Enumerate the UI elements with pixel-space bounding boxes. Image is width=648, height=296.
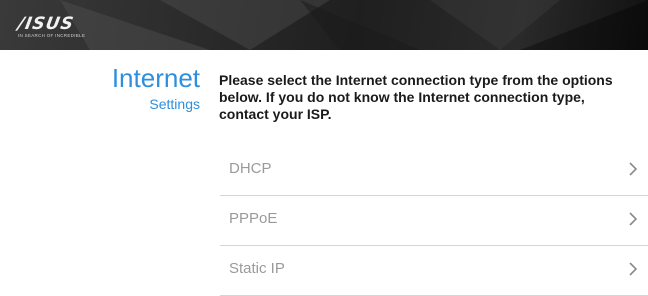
option-label: PPPoE	[229, 210, 278, 227]
section-heading: Internet Settings	[112, 64, 200, 113]
page-title: Internet	[111, 63, 200, 93]
chevron-right-icon	[629, 162, 638, 176]
option-pppoe[interactable]: PPPoE	[220, 196, 648, 246]
option-dhcp[interactable]: DHCP	[220, 146, 648, 196]
option-static-ip[interactable]: Static IP	[220, 246, 648, 296]
header-banner: /ISUS IN SEARCH OF INCREDIBLE	[0, 0, 648, 50]
connection-type-list: DHCP PPPoE Static IP	[220, 146, 648, 296]
asus-logo: /ISUS IN SEARCH OF INCREDIBLE	[16, 14, 85, 39]
banner-background	[60, 0, 648, 50]
option-label: DHCP	[229, 160, 272, 177]
chevron-right-icon	[629, 262, 638, 276]
logo-wordmark: /ISUS	[16, 14, 76, 34]
chevron-right-icon	[629, 212, 638, 226]
page-subtitle: Settings	[149, 96, 200, 112]
option-label: Static IP	[229, 260, 285, 277]
instructions-text: Please select the Internet connection ty…	[219, 72, 613, 122]
